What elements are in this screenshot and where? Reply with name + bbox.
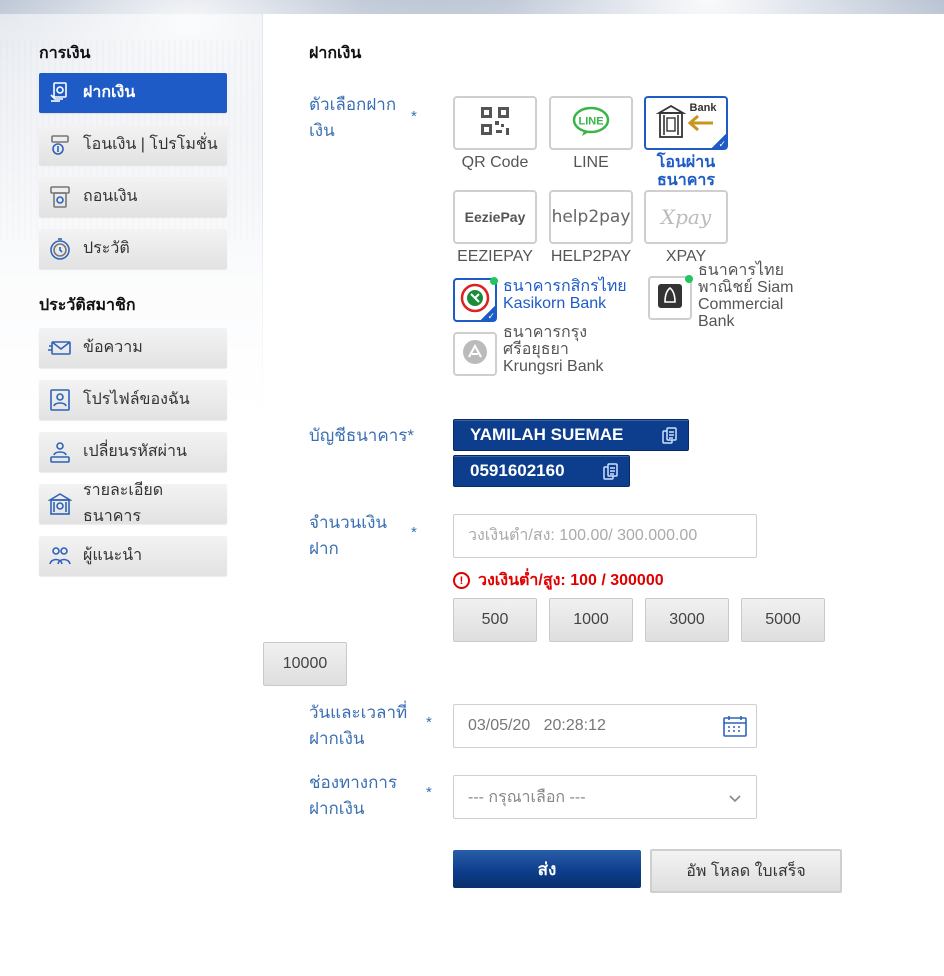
channel-label: ช่องทางการฝากเงิน (309, 773, 398, 818)
account-name-chip[interactable]: YAMILAH SUEMAE (453, 419, 689, 451)
bank-name: ธนาคารกรุงศรีอยุธยา Krungsri Bank (503, 324, 604, 375)
copy-icon[interactable] (662, 427, 678, 450)
quick-amount-1000[interactable]: 1000 (549, 598, 633, 642)
option-caption: โอนผ่านธนาคาร (656, 154, 716, 189)
amount-input-wrap (453, 514, 757, 558)
bank-name: ธนาคารไทยพาณิชย์ Siam Commercial Bank (698, 262, 794, 330)
calendar-icon[interactable] (723, 715, 747, 742)
chevron-down-icon (728, 790, 742, 808)
amount-error: ! วงเงินต่ำ/สูง: 100 / 300000 (453, 568, 664, 593)
deposit-option-label: ตัวเลือกฝากเงิน (309, 95, 397, 140)
upload-receipt-button[interactable]: อัพ โหลด ใบเสร็จ (650, 849, 842, 893)
checkmark-icon (711, 133, 727, 150)
profile-icon (47, 387, 73, 413)
required-mark: * (426, 784, 432, 801)
status-dot (490, 277, 498, 285)
sidebar-item-label: โอนเงิน | โปรโมชั่น (83, 136, 218, 153)
sidebar-item-deposit[interactable]: ฝากเงิน (39, 73, 227, 113)
bank-krungsri[interactable]: ธนาคารกรุงศรีอยุธยา Krungsri Bank (453, 324, 621, 376)
xpay-icon: Xpay (660, 205, 712, 229)
deposit-icon (47, 80, 73, 106)
bank-icon (47, 491, 73, 517)
copy-icon[interactable] (603, 463, 619, 486)
account-number-chip[interactable]: 0591602160 (453, 455, 630, 487)
eeziepay-icon: EeziePay (464, 209, 526, 225)
channel-select[interactable]: --- กรุณาเลือก --- (453, 775, 757, 819)
option-xpay[interactable]: Xpay XPAY (644, 190, 728, 266)
referral-icon (47, 543, 73, 569)
amount-label: จำนวนเงินฝาก (309, 513, 388, 558)
sidebar-item-bank-details[interactable]: รายละเอียดธนาคาร (39, 482, 227, 525)
amount-input[interactable] (468, 527, 756, 545)
sidebar-item-label: ประวัติ (83, 240, 130, 257)
bank-name: ธนาคารกสิกรไทย Kasikorn Bank (503, 278, 627, 312)
sidebar-item-label: ถอนเงิน (83, 188, 138, 205)
mail-icon (47, 335, 73, 361)
krungsri-logo-icon (460, 337, 490, 372)
amount-error-text: วงเงินต่ำ/สูง: 100 / 300000 (478, 572, 664, 589)
required-mark: * (426, 714, 432, 731)
quick-amount-5000[interactable]: 5000 (741, 598, 825, 642)
qr-icon (480, 106, 510, 141)
transfer-icon (47, 132, 73, 158)
withdraw-icon (47, 184, 73, 210)
datetime-value: 03/05/20 20:28:12 (468, 717, 606, 734)
line-logo-text: LINE (578, 115, 603, 127)
bank-scb[interactable]: ธนาคารไทยพาณิชย์ Siam Commercial Bank (648, 262, 808, 330)
sidebar-item-referral[interactable]: ผู้แนะนำ (39, 536, 227, 576)
deposit-panel: ฝากเงิน ตัวเลือกฝากเงิน * QR Code LINE L… (263, 14, 944, 976)
sidebar-item-label: ผู้แนะนำ (83, 547, 143, 564)
required-mark: * (411, 524, 417, 541)
sidebar-item-label: ข้อความ (83, 339, 143, 356)
sidebar-item-label: โปรไฟล์ของฉัน (83, 391, 190, 408)
datetime-label: วันและเวลาที่ฝากเงิน (309, 703, 408, 748)
option-eeziepay[interactable]: EeziePay EEZIEPAY (453, 190, 537, 266)
scb-logo-icon (657, 283, 683, 314)
password-icon (47, 439, 73, 465)
sidebar-item-transfer[interactable]: โอนเงิน | โปรโมชั่น (39, 125, 227, 165)
section-heading-member: ประวัติสมาชิก (39, 297, 136, 314)
datetime-input[interactable]: 03/05/20 20:28:12 (453, 704, 757, 748)
section-heading-finance: การเงิน (39, 45, 91, 62)
sidebar-item-withdraw[interactable]: ถอนเงิน (39, 177, 227, 217)
quick-amount-10000[interactable]: 10000 (263, 642, 347, 686)
option-caption: EEZIEPAY (457, 248, 533, 265)
submit-button[interactable]: ส่ง (453, 850, 641, 888)
help2pay-icon: help2pay (551, 207, 631, 227)
status-dot (685, 275, 693, 283)
alert-icon: ! (453, 572, 470, 589)
account-number: 0591602160 (470, 461, 565, 480)
bank-logo-text: Bank (690, 102, 718, 114)
account-name: YAMILAH SUEMAE (470, 425, 624, 444)
option-caption: QR Code (461, 154, 529, 171)
sidebar-item-history[interactable]: ประวัติ (39, 229, 227, 269)
option-qr-code[interactable]: QR Code (453, 96, 537, 172)
page-title: ฝากเงิน (309, 45, 362, 62)
sidebar-item-change-password[interactable]: เปลี่ยนรหัสผ่าน (39, 432, 227, 472)
sidebar-item-label: ฝากเงิน (83, 84, 136, 101)
option-caption: HELP2PAY (550, 248, 632, 265)
required-mark: * (411, 108, 417, 125)
bank-transfer-icon: Bank (653, 101, 719, 146)
history-icon (47, 236, 73, 262)
bank-account-label: บัญชีธนาคาร* (309, 426, 415, 445)
bank-kasikorn[interactable]: ธนาคารกสิกรไทย Kasikorn Bank (453, 277, 643, 322)
option-help2pay[interactable]: help2pay HELP2PAY (549, 190, 633, 266)
quick-amount-3000[interactable]: 3000 (645, 598, 729, 642)
checkmark-icon (480, 305, 496, 322)
option-line[interactable]: LINE LINE (549, 96, 633, 172)
line-icon: LINE (572, 106, 610, 141)
channel-selected-value: --- กรุณาเลือก --- (468, 788, 586, 806)
sidebar-item-profile[interactable]: โปรไฟล์ของฉัน (39, 380, 227, 420)
option-caption: LINE (573, 154, 609, 171)
sidebar: การเงิน ฝากเงิน โอนเงิน | โปรโมชั่น ถอนเ… (0, 14, 262, 976)
option-bank-transfer[interactable]: Bank โอนผ่านธนาคาร (644, 96, 728, 190)
quick-amount-500[interactable]: 500 (453, 598, 537, 642)
sidebar-item-messages[interactable]: ข้อความ (39, 328, 227, 368)
sidebar-item-label: เปลี่ยนรหัสผ่าน (83, 443, 187, 460)
sidebar-item-label: รายละเอียดธนาคาร (83, 482, 164, 525)
